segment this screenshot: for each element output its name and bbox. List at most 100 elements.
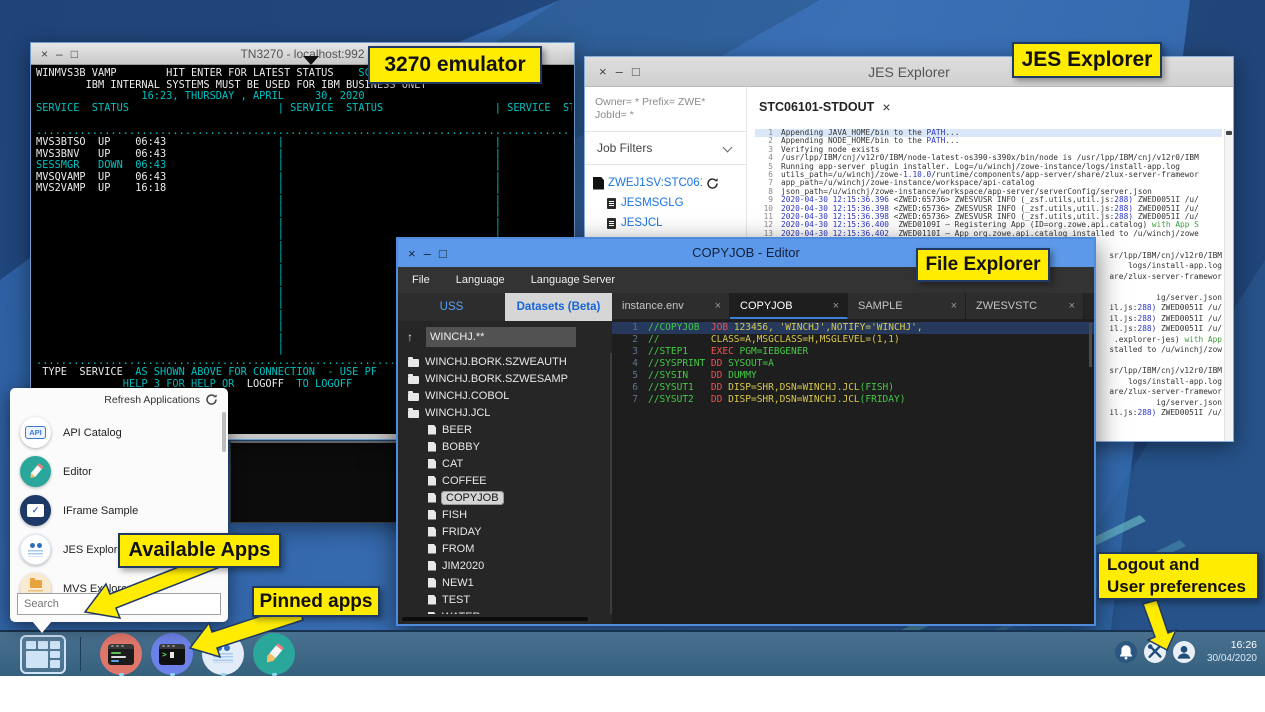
editor-body: USSDatasets (Beta) ↑ WINCHJ.BORK.SZWEAUT… — [398, 293, 1094, 624]
tree-member-copyjob[interactable]: COPYJOB — [398, 489, 609, 506]
menu-scrollbar-thumb[interactable] — [222, 412, 226, 452]
menu-item-language[interactable]: Language — [456, 274, 505, 286]
folder-icon — [408, 393, 419, 401]
text-line: .explorer-jes) with App — [1109, 335, 1222, 346]
pinned-app-term[interactable] — [151, 633, 193, 675]
maximize-button[interactable]: □ — [439, 247, 447, 260]
jes-icon — [213, 645, 233, 663]
job-filters-label: Job Filters — [585, 132, 746, 165]
tree-member-jim2020[interactable]: JIM2020 — [398, 557, 609, 574]
refresh-applications[interactable]: Refresh Applications — [104, 393, 218, 406]
job-log-output-tail: sr/lpp/IBM/cnj/v12r0/IBMlogs/install-app… — [1109, 240, 1222, 419]
clock-time: 16:26 — [1207, 639, 1257, 652]
tree-label: CAT — [442, 458, 463, 470]
tree-member-new1[interactable]: NEW1 — [398, 574, 609, 591]
tree-member-water[interactable]: WATER — [398, 608, 609, 614]
tree-member-coffee[interactable]: COFFEE — [398, 472, 609, 489]
tree-member-from[interactable]: FROM — [398, 540, 609, 557]
running-indicator — [272, 673, 277, 676]
close-button[interactable]: × — [41, 48, 48, 60]
code-scrollbar[interactable] — [1089, 323, 1092, 367]
tree-folder-winchj-bork-szweauth[interactable]: WINCHJ.BORK.SZWEAUTH — [398, 353, 609, 370]
editor-tab-instance-env[interactable]: instance.env× — [612, 293, 730, 319]
editor-tab-bar: instance.env×COPYJOB×SAMPLE×ZWESVSTC× — [612, 293, 1094, 319]
tree-member-bobby[interactable]: BOBBY — [398, 438, 609, 455]
file-icon — [428, 544, 436, 554]
spool-file-jesmsglg[interactable]: JESMSGLG — [593, 193, 742, 213]
dataset-filter-input[interactable] — [426, 327, 576, 347]
running-indicator — [119, 673, 124, 676]
text-line: 1//COPYJOB JOB 123456, 'WINCHJ',NOTIFY='… — [612, 322, 1094, 334]
refresh-icon[interactable] — [706, 177, 719, 190]
close-button[interactable]: × — [408, 247, 416, 260]
editor-tab-sample[interactable]: SAMPLE× — [848, 293, 966, 319]
tree-member-cat[interactable]: CAT — [398, 455, 609, 472]
refresh-icon[interactable] — [205, 393, 218, 406]
iframe-app-icon: ✓ — [20, 495, 51, 526]
job-node[interactable]: ZWEJ1SV:STC06101 — [593, 173, 742, 193]
tab-close-icon[interactable]: × — [833, 293, 839, 319]
user-avatar-icon[interactable] — [1172, 640, 1196, 664]
jes-filter-summary: Owner= * Prefix= ZWE* JobId= * — [595, 96, 738, 122]
pinned-apps — [100, 633, 295, 675]
tab-close-icon[interactable]: × — [882, 99, 890, 115]
search-input[interactable] — [17, 593, 221, 615]
job-name: ZWEJ1SV:STC06101 — [608, 177, 702, 189]
pencil-icon — [28, 463, 44, 480]
menu-item-file[interactable]: File — [412, 274, 430, 286]
sidebar-tab-datasets-beta[interactable]: Datasets (Beta) — [505, 293, 612, 321]
tree-member-friday[interactable]: FRIDAY — [398, 523, 609, 540]
editor-tab-zwesvstc[interactable]: ZWESVSTC× — [966, 293, 1084, 319]
app-item-api-catalog[interactable]: APIAPI Catalog — [10, 413, 222, 452]
folder-icon — [408, 359, 419, 367]
tab-close-icon[interactable]: × — [951, 293, 957, 319]
maximize-button[interactable]: □ — [71, 48, 78, 60]
text-line: are/zlux-server-framewor — [1109, 387, 1222, 398]
sidebar-tab-uss[interactable]: USS — [398, 293, 505, 321]
tree-member-fish[interactable]: FISH — [398, 506, 609, 523]
tree-folder-winchj-cobol[interactable]: WINCHJ.COBOL — [398, 387, 609, 404]
menu-pointer — [32, 621, 52, 633]
tree-folder-winchj-jcl[interactable]: WINCHJ.JCL — [398, 404, 609, 421]
text-line: il.js:288) ZWED0051I /u/ — [1109, 324, 1222, 335]
spool-tab[interactable]: STC06101-STDOUT × — [759, 99, 891, 115]
editor-title: COPYJOB - Editor — [692, 245, 800, 260]
pinned-app-jes[interactable] — [202, 633, 244, 675]
screen-menu-caret-icon[interactable] — [303, 56, 319, 65]
notification-bell-icon[interactable] — [1114, 640, 1138, 664]
tree-label: FISH — [442, 509, 467, 521]
scrollbar-thumb[interactable] — [1226, 131, 1232, 135]
menu-item-language-server[interactable]: Language Server — [531, 274, 615, 286]
tree-folder-winchj-bork-szwesamp[interactable]: WINCHJ.BORK.SZWESAMP — [398, 370, 609, 387]
editor-main: instance.env×COPYJOB×SAMPLE×ZWESVSTC× 1/… — [612, 293, 1094, 624]
document-icon — [607, 198, 616, 209]
pinned-app-code[interactable] — [100, 633, 142, 675]
file-icon — [428, 493, 436, 503]
tree-horizontal-scrollbar[interactable] — [402, 617, 588, 621]
tree-member-test[interactable]: TEST — [398, 591, 609, 608]
tab-close-icon[interactable]: × — [715, 293, 721, 319]
up-arrow-icon[interactable]: ↑ — [407, 330, 413, 344]
job-filters-dropdown[interactable]: Job Filters — [585, 131, 746, 165]
minimize-button[interactable]: – — [616, 65, 623, 78]
settings-tools-icon[interactable] — [1143, 640, 1167, 664]
pinned-app-editor[interactable] — [253, 633, 295, 675]
spool-file-jesjcl[interactable]: JESJCL — [593, 213, 742, 233]
minimize-button[interactable]: – — [424, 247, 431, 260]
text-line: il.js:288) ZWED0051I /u/ — [1109, 408, 1222, 419]
start-button[interactable] — [20, 635, 66, 674]
code-editor[interactable]: 1//COPYJOB JOB 123456, 'WINCHJ',NOTIFY='… — [612, 319, 1094, 624]
tree-member-beer[interactable]: BEER — [398, 421, 609, 438]
app-item-editor[interactable]: Editor — [10, 452, 222, 491]
maximize-button[interactable]: □ — [632, 65, 640, 78]
tab-close-icon[interactable]: × — [1069, 293, 1075, 319]
editor-tab-copyjob[interactable]: COPYJOB× — [730, 293, 848, 319]
text-line — [1109, 282, 1222, 293]
app-item-iframe-sample[interactable]: ✓IFrame Sample — [10, 491, 222, 530]
tree-label: JIM2020 — [442, 560, 484, 572]
tree-label: COPYJOB — [442, 492, 503, 504]
minimize-button[interactable]: – — [56, 48, 63, 60]
close-button[interactable]: × — [599, 65, 607, 78]
tree-label: WATER — [442, 611, 481, 615]
log-scrollbar[interactable] — [1224, 129, 1233, 441]
